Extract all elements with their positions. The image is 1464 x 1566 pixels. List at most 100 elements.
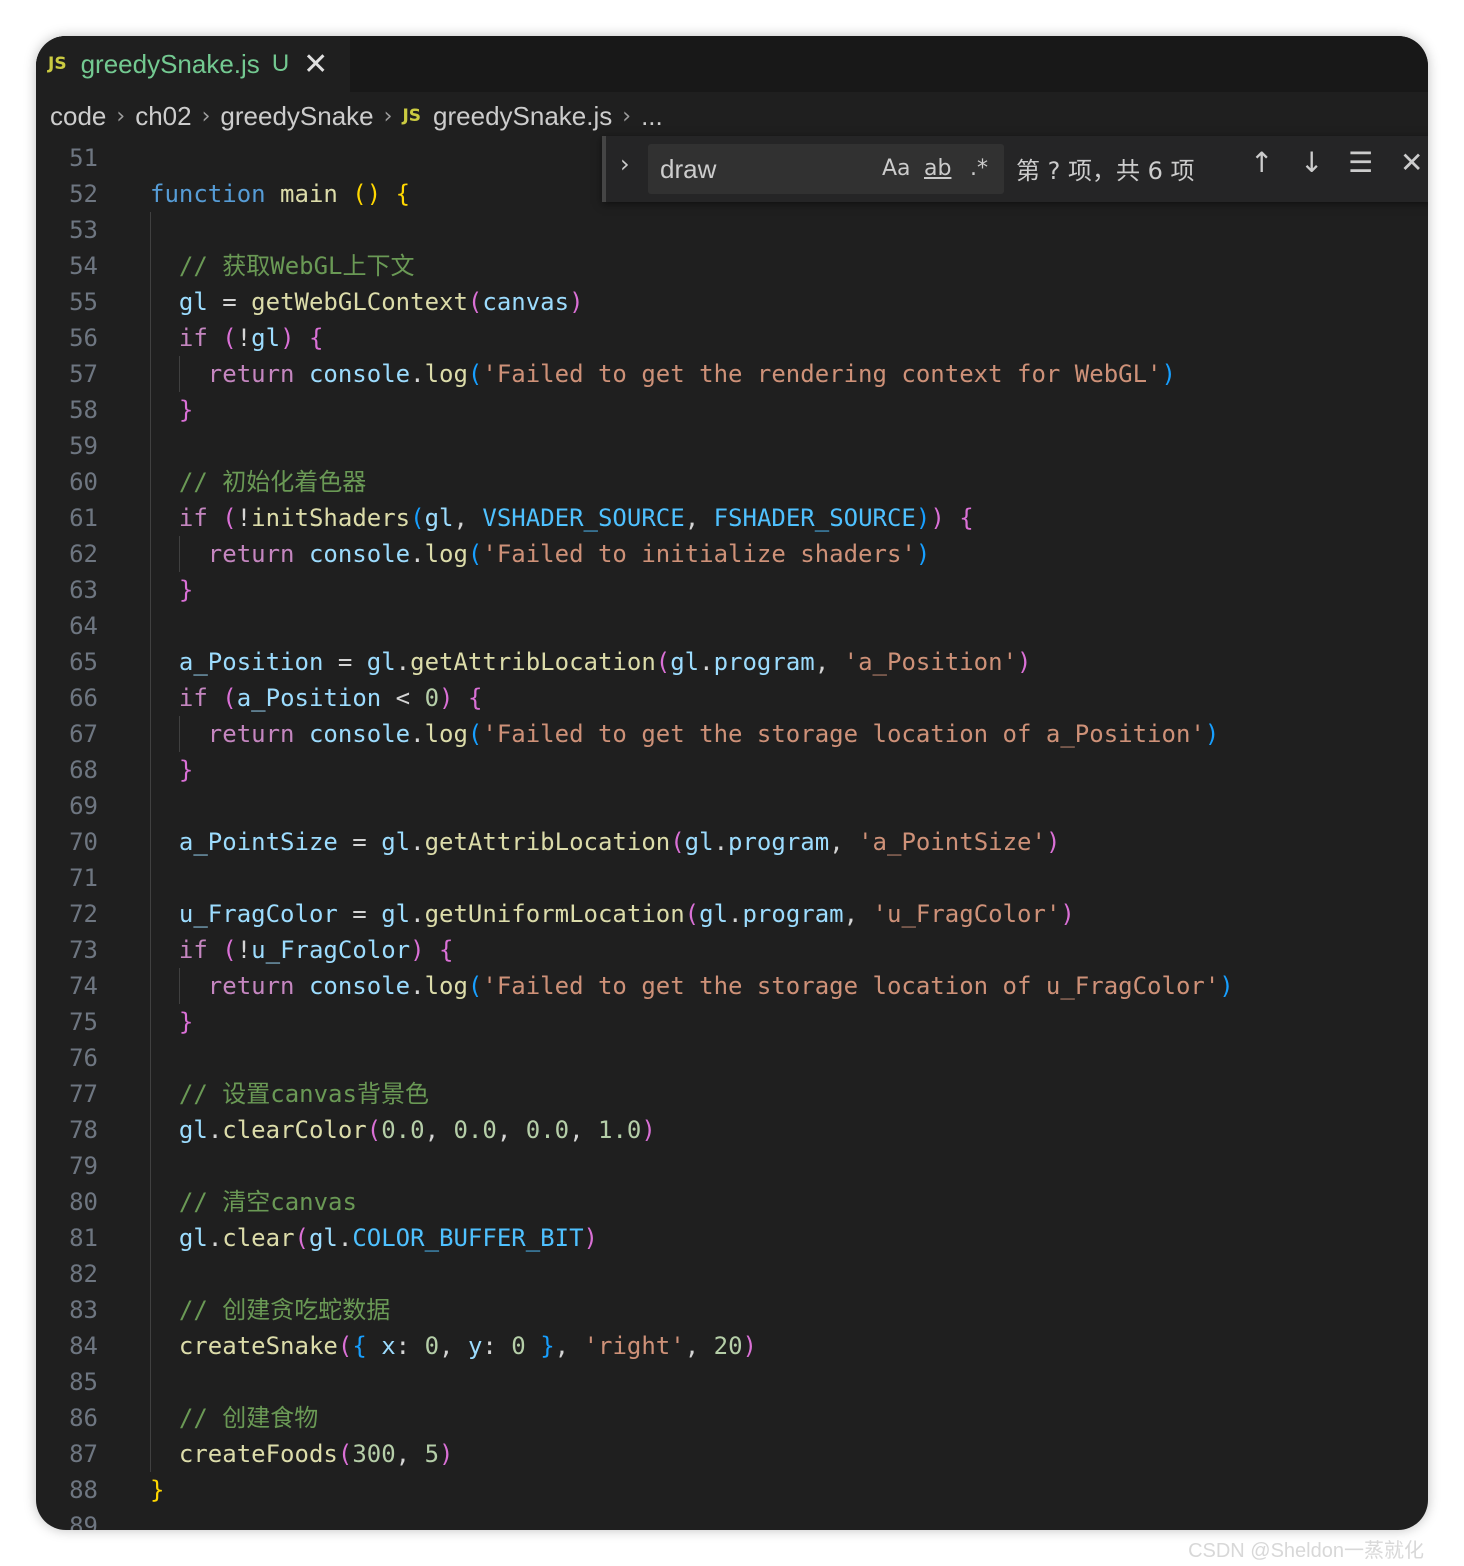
code-text: a_PointSize = gl.getAttribLocation(gl.pr…: [150, 824, 1060, 860]
code-token: 1.0: [598, 1116, 642, 1144]
code-line[interactable]: 60 // 初始化着色器: [36, 464, 1428, 500]
code-line[interactable]: 89: [36, 1508, 1428, 1530]
code-line[interactable]: 75 }: [36, 1004, 1428, 1040]
code-text: return console.log('Failed to get the st…: [150, 716, 1220, 752]
code-token: ): [1017, 648, 1032, 676]
chevron-right-icon: ›: [201, 103, 211, 129]
code-text: createSnake({ x: 0, y: 0 }, 'right', 20): [150, 1328, 757, 1364]
line-number: 52: [69, 180, 98, 208]
code-line[interactable]: 71: [36, 860, 1428, 896]
code-line[interactable]: 82: [36, 1256, 1428, 1292]
code-token: }: [178, 756, 194, 784]
code-editor[interactable]: 51 52 function main () {53 54 // 获取WebGL上下文…: [36, 140, 1428, 1530]
line-number: 64: [69, 612, 98, 640]
line-number: 59: [69, 432, 98, 460]
code-line[interactable]: 77 // 设置canvas背景色: [36, 1076, 1428, 1112]
code-token: 5: [424, 1440, 440, 1468]
code-line[interactable]: 85: [36, 1364, 1428, 1400]
line-number: 80: [69, 1188, 98, 1216]
code-line[interactable]: 53: [36, 212, 1428, 248]
code-token: }: [178, 1008, 194, 1036]
close-icon[interactable]: ✕: [303, 47, 328, 82]
code-line[interactable]: 86 // 创建食物: [36, 1400, 1428, 1436]
code-token: a_PointSize: [178, 828, 338, 856]
code-line[interactable]: 78 gl.clearColor(0.0, 0.0, 0.0, 1.0): [36, 1112, 1428, 1148]
code-token: ,: [395, 1440, 425, 1468]
breadcrumb-item-file[interactable]: greedySnake.js: [433, 101, 612, 132]
code-token: gl: [424, 504, 454, 532]
code-token: gl: [699, 900, 729, 928]
match-case-icon[interactable]: Aa: [882, 156, 911, 181]
code-token: !: [236, 504, 252, 532]
code-line[interactable]: 72 u_FragColor = gl.getUniformLocation(g…: [36, 896, 1428, 932]
code-token: =: [323, 648, 367, 676]
chevron-right-icon: ›: [116, 103, 126, 129]
regex-icon[interactable]: .*: [970, 156, 988, 181]
code-token: :: [482, 1332, 512, 1360]
chevron-right-icon[interactable]: ›: [620, 150, 630, 178]
code-token: ): [1204, 720, 1220, 748]
code-line[interactable]: 59: [36, 428, 1428, 464]
code-line[interactable]: 81 gl.clear(gl.COLOR_BUFFER_BIT): [36, 1220, 1428, 1256]
breadcrumb-item-symbols[interactable]: ...: [641, 101, 663, 132]
code-token: (: [467, 540, 483, 568]
close-icon[interactable]: ✕: [1400, 146, 1423, 179]
find-input[interactable]: draw Aa ab .*: [648, 144, 1004, 194]
code-line[interactable]: 84 createSnake({ x: 0, y: 0 }, 'right', …: [36, 1328, 1428, 1364]
code-line[interactable]: 73 if (!u_FragColor) {: [36, 932, 1428, 968]
code-token: gl: [366, 648, 396, 676]
code-line[interactable]: 76: [36, 1040, 1428, 1076]
breadcrumb-item-ch02[interactable]: ch02: [135, 101, 191, 132]
code-line[interactable]: 87 createFoods(300, 5): [36, 1436, 1428, 1472]
code-token: ): [641, 1116, 656, 1144]
breadcrumb-item-greedysnake[interactable]: greedySnake: [220, 101, 373, 132]
code-line[interactable]: 65 a_Position = gl.getAttribLocation(gl.…: [36, 644, 1428, 680]
code-token: 0: [424, 1332, 440, 1360]
arrow-up-icon[interactable]: ↑: [1250, 146, 1273, 179]
code-line[interactable]: 63 }: [36, 572, 1428, 608]
tab-label: greedySnake.js: [80, 48, 260, 79]
arrow-down-icon[interactable]: ↓: [1300, 146, 1323, 179]
code-token: program: [713, 648, 815, 676]
code-line[interactable]: 55 gl = getWebGLContext(canvas): [36, 284, 1428, 320]
code-line[interactable]: 58 }: [36, 392, 1428, 428]
code-token: 'Failed to get the storage location of a…: [482, 720, 1205, 748]
code-token: (: [670, 828, 685, 856]
find-in-selection-icon[interactable]: ☰: [1348, 146, 1373, 179]
code-text: gl = getWebGLContext(canvas): [150, 284, 584, 320]
code-line[interactable]: 64: [36, 608, 1428, 644]
tab-greedysnake-js[interactable]: JS greedySnake.js U ✕: [36, 36, 350, 92]
whole-word-icon[interactable]: ab: [924, 156, 951, 181]
code-token: ): [569, 288, 584, 316]
code-line[interactable]: 80 // 清空canvas: [36, 1184, 1428, 1220]
code-token: ): [439, 1440, 454, 1468]
code-line[interactable]: 66 if (a_Position < 0) {: [36, 680, 1428, 716]
code-line[interactable]: 88}: [36, 1472, 1428, 1508]
code-line[interactable]: 79: [36, 1148, 1428, 1184]
code-line[interactable]: 61 if (!initShaders(gl, VSHADER_SOURCE, …: [36, 500, 1428, 536]
code-line[interactable]: 83 // 创建贪吃蛇数据: [36, 1292, 1428, 1328]
code-token: function: [150, 180, 281, 208]
code-token: // 设置canvas背景色: [150, 1080, 429, 1108]
code-line[interactable]: 57 return console.log('Failed to get the…: [36, 356, 1428, 392]
watermark: CSDN @Sheldon一蒸就化: [1188, 1540, 1424, 1562]
code-token: return: [207, 720, 295, 748]
code-token: (: [222, 936, 237, 964]
code-line[interactable]: 70 a_PointSize = gl.getAttribLocation(gl…: [36, 824, 1428, 860]
code-line[interactable]: 74 return console.log('Failed to get the…: [36, 968, 1428, 1004]
code-token: ,: [843, 900, 873, 928]
code-line[interactable]: 68 }: [36, 752, 1428, 788]
code-token: 20: [713, 1332, 743, 1360]
breadcrumb-item-code[interactable]: code: [50, 101, 106, 132]
code-line[interactable]: 54 // 获取WebGL上下文: [36, 248, 1428, 284]
code-token: u_FragColor: [178, 900, 338, 928]
code-line[interactable]: 69: [36, 788, 1428, 824]
code-line[interactable]: 62 return console.log('Failed to initial…: [36, 536, 1428, 572]
code-line[interactable]: 67 return console.log('Failed to get the…: [36, 716, 1428, 752]
code-token: .: [337, 1224, 353, 1252]
untracked-badge: U: [271, 50, 290, 77]
code-line[interactable]: 56 if (!gl) {: [36, 320, 1428, 356]
chevron-right-icon: ›: [622, 103, 632, 129]
